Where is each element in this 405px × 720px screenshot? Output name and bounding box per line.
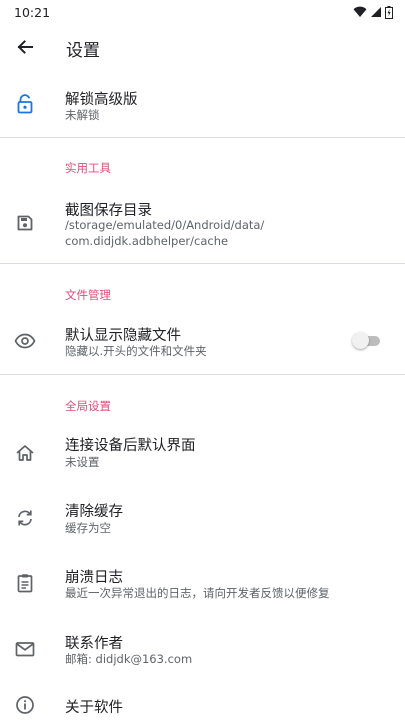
section-header-tools: 实用工具 — [65, 161, 111, 175]
section-header-file-management: 文件管理 — [65, 288, 111, 302]
wifi-icon — [353, 6, 367, 17]
sync-icon — [14, 507, 36, 529]
app-bar: 设置 — [0, 24, 405, 70]
screenshot-directory-path-line2: com.didjdk.adbhelper/cache — [65, 234, 229, 248]
show-hidden-files-toggle[interactable] — [352, 329, 382, 353]
default-page-title: 连接设备后默认界面 — [65, 438, 196, 454]
show-hidden-files-item[interactable]: 默认显示隐藏文件 隐藏以.开头的文件和文件夹 — [0, 318, 405, 374]
unlock-premium-item[interactable]: 解锁高级版 未解锁 — [0, 76, 405, 138]
crash-log-item[interactable]: 崩溃日志 最近一次异常退出的日志，请向开发者反馈以便修复 — [0, 560, 405, 616]
crash-log-summary: 最近一次异常退出的日志，请向开发者反馈以便修复 — [65, 586, 330, 600]
unlock-premium-summary: 未解锁 — [65, 108, 100, 122]
arrow-left-icon — [17, 40, 33, 54]
screenshot-directory-path-line1: /storage/emulated/0/Android/data/ — [65, 218, 265, 232]
battery-icon — [385, 5, 393, 19]
contact-author-title: 联系作者 — [65, 636, 123, 652]
toggle-thumb — [352, 332, 369, 349]
show-hidden-files-title: 默认显示隐藏文件 — [65, 328, 181, 344]
clear-cache-summary: 缓存为空 — [65, 521, 111, 535]
clipboard-icon — [14, 572, 36, 594]
divider — [0, 137, 405, 138]
about-item[interactable]: 关于软件 — [0, 690, 405, 720]
mail-icon — [14, 638, 36, 660]
back-button[interactable] — [10, 32, 40, 62]
contact-author-item[interactable]: 联系作者 邮箱: didjdk@163.com — [0, 626, 405, 682]
status-icons — [353, 5, 393, 19]
screenshot-directory-item[interactable]: 截图保存目录 /storage/emulated/0/Android/data/… — [0, 192, 405, 262]
save-icon — [14, 212, 36, 234]
info-icon — [14, 694, 36, 716]
divider — [0, 263, 405, 264]
clear-cache-title: 清除缓存 — [65, 504, 123, 520]
page-title: 设置 — [66, 41, 100, 61]
home-icon — [14, 442, 36, 464]
cell-signal-icon — [371, 7, 381, 17]
show-hidden-files-summary: 隐藏以.开头的文件和文件夹 — [65, 344, 207, 358]
default-page-summary: 未设置 — [65, 455, 100, 469]
divider — [0, 374, 405, 375]
status-bar: 10:21 — [0, 0, 405, 24]
section-header-global-settings: 全局设置 — [65, 399, 111, 413]
status-time: 10:21 — [14, 4, 51, 20]
contact-author-summary: 邮箱: didjdk@163.com — [65, 652, 193, 666]
about-title: 关于软件 — [65, 700, 123, 716]
crash-log-title: 崩溃日志 — [65, 570, 123, 586]
lock-open-icon — [14, 93, 36, 115]
eye-icon — [14, 330, 36, 352]
clear-cache-item[interactable]: 清除缓存 缓存为空 — [0, 494, 405, 550]
default-page-item[interactable]: 连接设备后默认界面 未设置 — [0, 428, 405, 484]
unlock-premium-title: 解锁高级版 — [65, 92, 138, 108]
